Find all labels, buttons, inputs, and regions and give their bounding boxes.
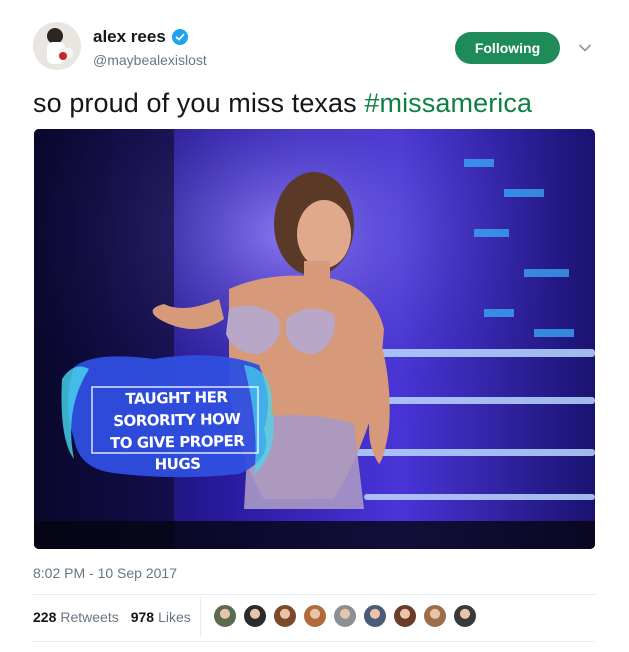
avatar-image bbox=[33, 22, 81, 70]
liker-avatar[interactable] bbox=[363, 604, 387, 628]
divider bbox=[33, 641, 595, 642]
following-button[interactable]: Following bbox=[455, 32, 560, 64]
caption-line: SORORITY HOW bbox=[113, 409, 241, 431]
user-names: alex rees @maybealexislost bbox=[93, 27, 207, 68]
tweet-text: so proud of you miss texas #missamerica bbox=[33, 88, 532, 119]
liker-avatar[interactable] bbox=[243, 604, 267, 628]
user-handle[interactable]: @maybealexislost bbox=[93, 52, 207, 68]
verified-badge-icon bbox=[171, 29, 188, 45]
retweets-label[interactable]: Retweets bbox=[60, 609, 118, 625]
liker-avatar[interactable] bbox=[273, 604, 297, 628]
tweet-media[interactable]: TAUGHT HER SORORITY HOW TO GIVE PROPER H… bbox=[34, 129, 595, 549]
tweet-stats: 228 Retweets 978 Likes bbox=[33, 603, 203, 631]
chevron-down-icon[interactable] bbox=[578, 41, 592, 55]
tweet-body: so proud of you miss texas bbox=[33, 88, 365, 118]
media-photo bbox=[34, 129, 595, 549]
liker-avatars bbox=[213, 604, 483, 628]
liker-avatar[interactable] bbox=[213, 604, 237, 628]
caption-line: TAUGHT HER bbox=[125, 388, 228, 408]
liker-avatar[interactable] bbox=[333, 604, 357, 628]
avatar[interactable] bbox=[33, 22, 81, 70]
liker-avatar[interactable] bbox=[453, 604, 477, 628]
display-name[interactable]: alex rees bbox=[93, 27, 166, 47]
tweet-header: alex rees @maybealexislost Following bbox=[33, 22, 603, 74]
divider bbox=[33, 594, 595, 595]
liker-avatar[interactable] bbox=[423, 604, 447, 628]
media-caption: TAUGHT HER SORORITY HOW TO GIVE PROPER H… bbox=[91, 386, 263, 477]
likes-count[interactable]: 978 bbox=[131, 609, 154, 625]
hashtag-link[interactable]: #missamerica bbox=[364, 88, 532, 118]
likes-label[interactable]: Likes bbox=[158, 609, 191, 625]
liker-avatar[interactable] bbox=[303, 604, 327, 628]
caption-line: TO GIVE PROPER HUGS bbox=[109, 431, 245, 474]
tweet-timestamp[interactable]: 8:02 PM - 10 Sep 2017 bbox=[33, 565, 177, 581]
retweets-count[interactable]: 228 bbox=[33, 609, 56, 625]
liker-avatar[interactable] bbox=[393, 604, 417, 628]
stats-separator bbox=[200, 597, 201, 637]
display-name-row[interactable]: alex rees bbox=[93, 27, 188, 47]
